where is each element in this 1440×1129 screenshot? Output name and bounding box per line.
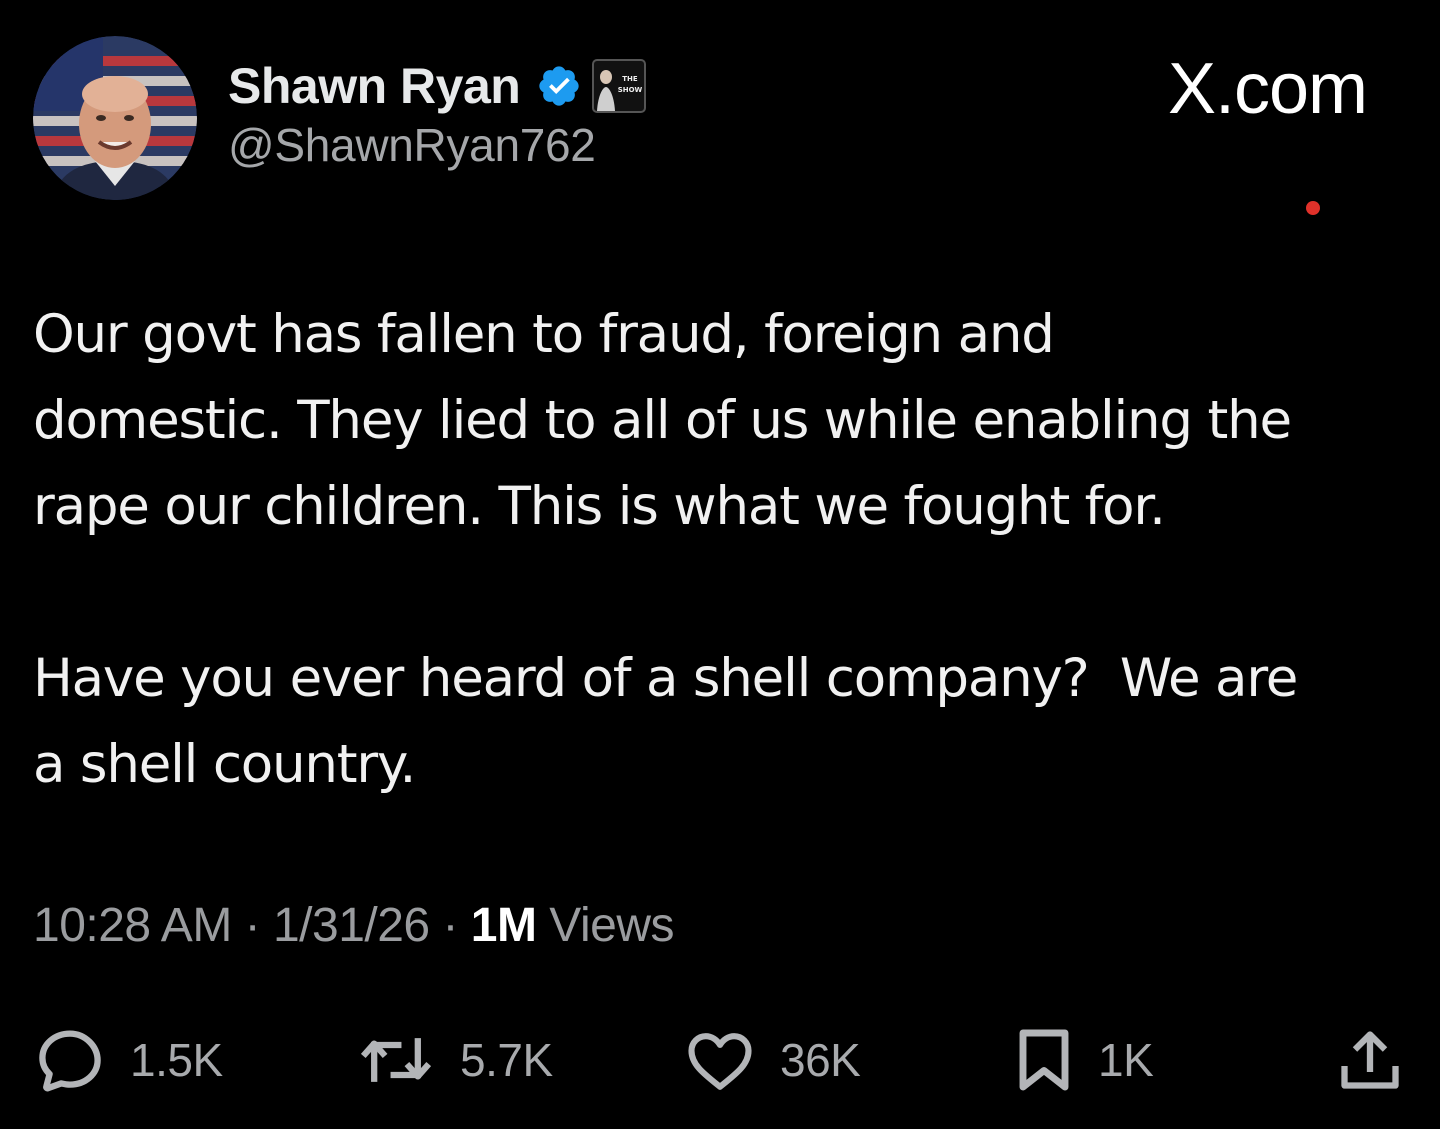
svg-text:THE: THE xyxy=(623,75,639,83)
tweet-card: Shawn Ryan THE SHOW @ShawnRyan762 X.com xyxy=(0,0,1440,1129)
tweet-time[interactable]: 10:28 AM xyxy=(33,899,232,952)
avatar[interactable] xyxy=(33,36,197,200)
repost-button[interactable]: 5.7K xyxy=(356,1020,553,1100)
tweet-text: Our govt has fallen to fraud, foreign an… xyxy=(33,292,1423,808)
like-button[interactable]: 36K xyxy=(684,1020,861,1100)
reply-icon xyxy=(39,1030,101,1092)
reply-button[interactable]: 1.5K xyxy=(34,1020,223,1100)
like-count: 36K xyxy=(780,1034,861,1086)
views-count: 1M xyxy=(470,899,537,952)
heart-icon xyxy=(688,1033,752,1090)
affiliate-badge-icon[interactable]: THE SHOW xyxy=(592,59,647,113)
name-row: Shawn Ryan THE SHOW xyxy=(228,56,647,116)
views-label: Views xyxy=(536,899,674,952)
action-bar: 1.5K 5.7K 36K 1K xyxy=(0,1020,1440,1100)
tweet-paragraph: Have you ever heard of a shell company? … xyxy=(33,648,1298,795)
bookmark-icon xyxy=(1019,1029,1069,1091)
notification-dot xyxy=(1306,201,1320,215)
tweet-paragraph: Our govt has fallen to fraud, foreign an… xyxy=(33,304,1292,537)
share-button[interactable] xyxy=(1336,1020,1404,1100)
bookmark-button[interactable]: 1K xyxy=(1014,1020,1154,1100)
meta-separator: · xyxy=(429,899,471,952)
repost-icon xyxy=(360,1038,432,1082)
meta-separator: · xyxy=(231,899,273,952)
bookmark-count: 1K xyxy=(1098,1034,1154,1086)
handle[interactable]: @ShawnRyan762 xyxy=(228,118,646,172)
share-icon xyxy=(1341,1031,1399,1089)
tweet-date[interactable]: 1/31/26 xyxy=(273,899,430,952)
reply-count: 1.5K xyxy=(130,1034,223,1086)
watermark: X.com xyxy=(1167,49,1368,129)
author-block: Shawn Ryan THE SHOW @ShawnRyan762 xyxy=(228,56,647,172)
tweet-meta: 10:28 AM · 1/31/26 · 1M Views xyxy=(33,898,674,953)
display-name[interactable]: Shawn Ryan xyxy=(228,56,521,116)
svg-text:SHOW: SHOW xyxy=(618,86,643,94)
repost-count: 5.7K xyxy=(460,1034,553,1086)
avatar-image xyxy=(33,36,197,200)
verified-badge-icon[interactable] xyxy=(536,63,582,109)
